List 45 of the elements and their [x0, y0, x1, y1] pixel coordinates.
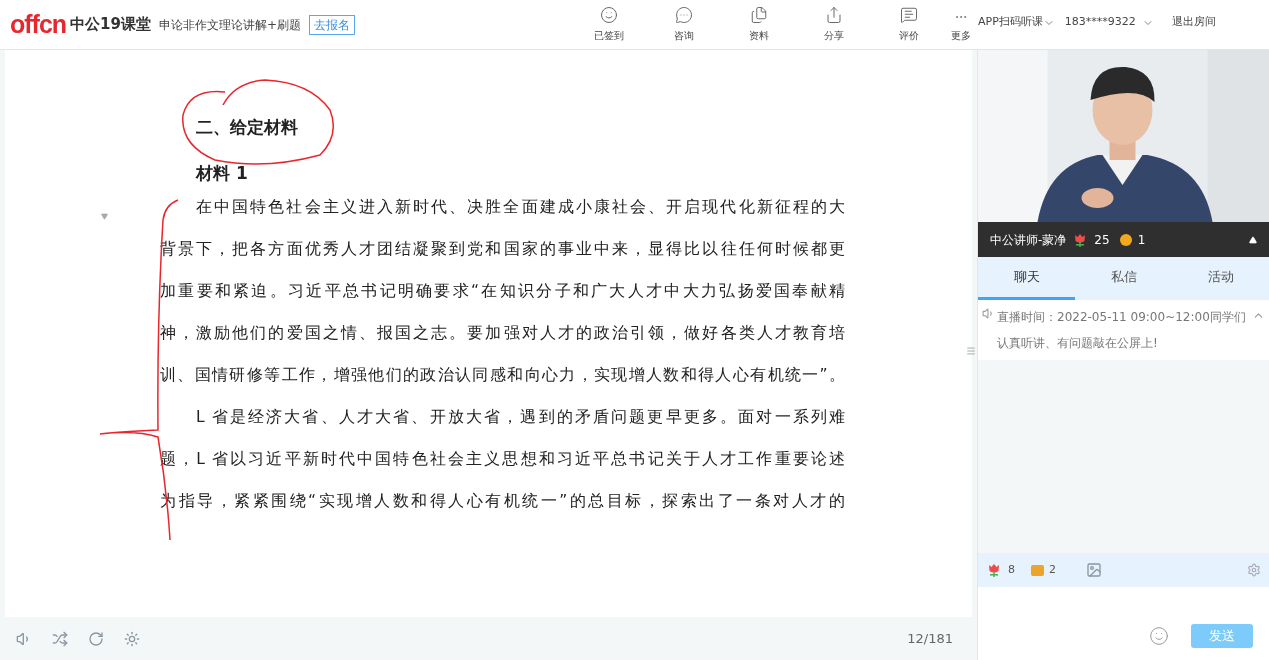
- caret-icon: [101, 213, 108, 220]
- coin-count: 1: [1137, 231, 1146, 249]
- toolbar-button[interactable]: 咨询: [646, 6, 722, 43]
- chat-tab[interactable]: 活动: [1172, 257, 1269, 300]
- heading: 二、给定材料: [195, 116, 298, 139]
- documents-icon: [749, 6, 768, 24]
- notice-text: 直播时间：2022-05-11 09:00~12:00同学们认真听讲、有问题敲在公屏上!: [997, 309, 1247, 352]
- brightness-icon[interactable]: [124, 630, 140, 647]
- toolbar-button[interactable]: 分享: [796, 6, 872, 43]
- chat-bubble-icon: [674, 6, 693, 24]
- shuffle-icon[interactable]: [52, 630, 68, 647]
- brand-name: 中公19课堂: [70, 14, 151, 36]
- course-title: 申论非作文理论讲解+刷题: [159, 16, 302, 34]
- page-counter: 12/181: [907, 629, 953, 648]
- coin-count: 2: [1049, 561, 1056, 578]
- teacher-name: 中公讲师-蒙净: [990, 231, 1067, 249]
- collapse-icon[interactable]: [1249, 235, 1257, 244]
- flower-icon: [986, 562, 1002, 578]
- settings-icon[interactable]: [1247, 563, 1261, 577]
- subheading: 材料 1: [194, 161, 248, 185]
- flower-count: 25: [1094, 231, 1110, 249]
- flower-count: 8: [1008, 561, 1015, 578]
- toolbar-button[interactable]: 评价: [871, 6, 947, 43]
- toolbar-button[interactable]: 资料: [721, 6, 797, 43]
- comment-icon: [899, 6, 918, 24]
- paragraph-line: L 省是经济大省、人才大省、开放大省，遇到的矛盾问题更早更多。面对一系列难: [195, 407, 845, 428]
- speaker-icon: [982, 307, 995, 320]
- account-menu[interactable]: 183****9322: [1064, 14, 1154, 31]
- toolbar-button[interactable]: 已签到: [571, 6, 647, 43]
- refresh-icon[interactable]: [88, 630, 104, 647]
- paragraph-line: 神，激励他们的爱国之情、报国之志。要加强对人才的政治引领，做好各类人才教育培: [160, 323, 845, 344]
- drag-handle-icon[interactable]: [966, 346, 976, 356]
- app-menu[interactable]: APP扫码听课: [978, 14, 1055, 31]
- coin-icon: [1119, 233, 1132, 246]
- emoji-icon[interactable]: [1149, 626, 1169, 646]
- share-icon: [824, 6, 843, 24]
- toolbar-button[interactable]: 更多: [946, 10, 977, 43]
- enroll-button[interactable]: 去报名: [309, 14, 356, 35]
- paragraph-line: 加重要和紧迫。习近平总书记明确要求“在知识分子和广大人才中大力弘扬爱国奉献精: [160, 281, 845, 302]
- chat-tab[interactable]: 私信: [1075, 257, 1172, 300]
- logo: offcn: [10, 12, 67, 37]
- paragraph-line: 在中国特色社会主义进入新时代、决胜全面建成小康社会、开启现代化新征程的大: [195, 197, 845, 218]
- paragraph-line: 训、国情研修等工作，增强他们的政治认同感和向心力，实现增人数和得人心有机统一”。: [160, 365, 845, 386]
- exit-room-link[interactable]: 退出房间: [1171, 14, 1216, 31]
- image-icon[interactable]: [1086, 562, 1102, 578]
